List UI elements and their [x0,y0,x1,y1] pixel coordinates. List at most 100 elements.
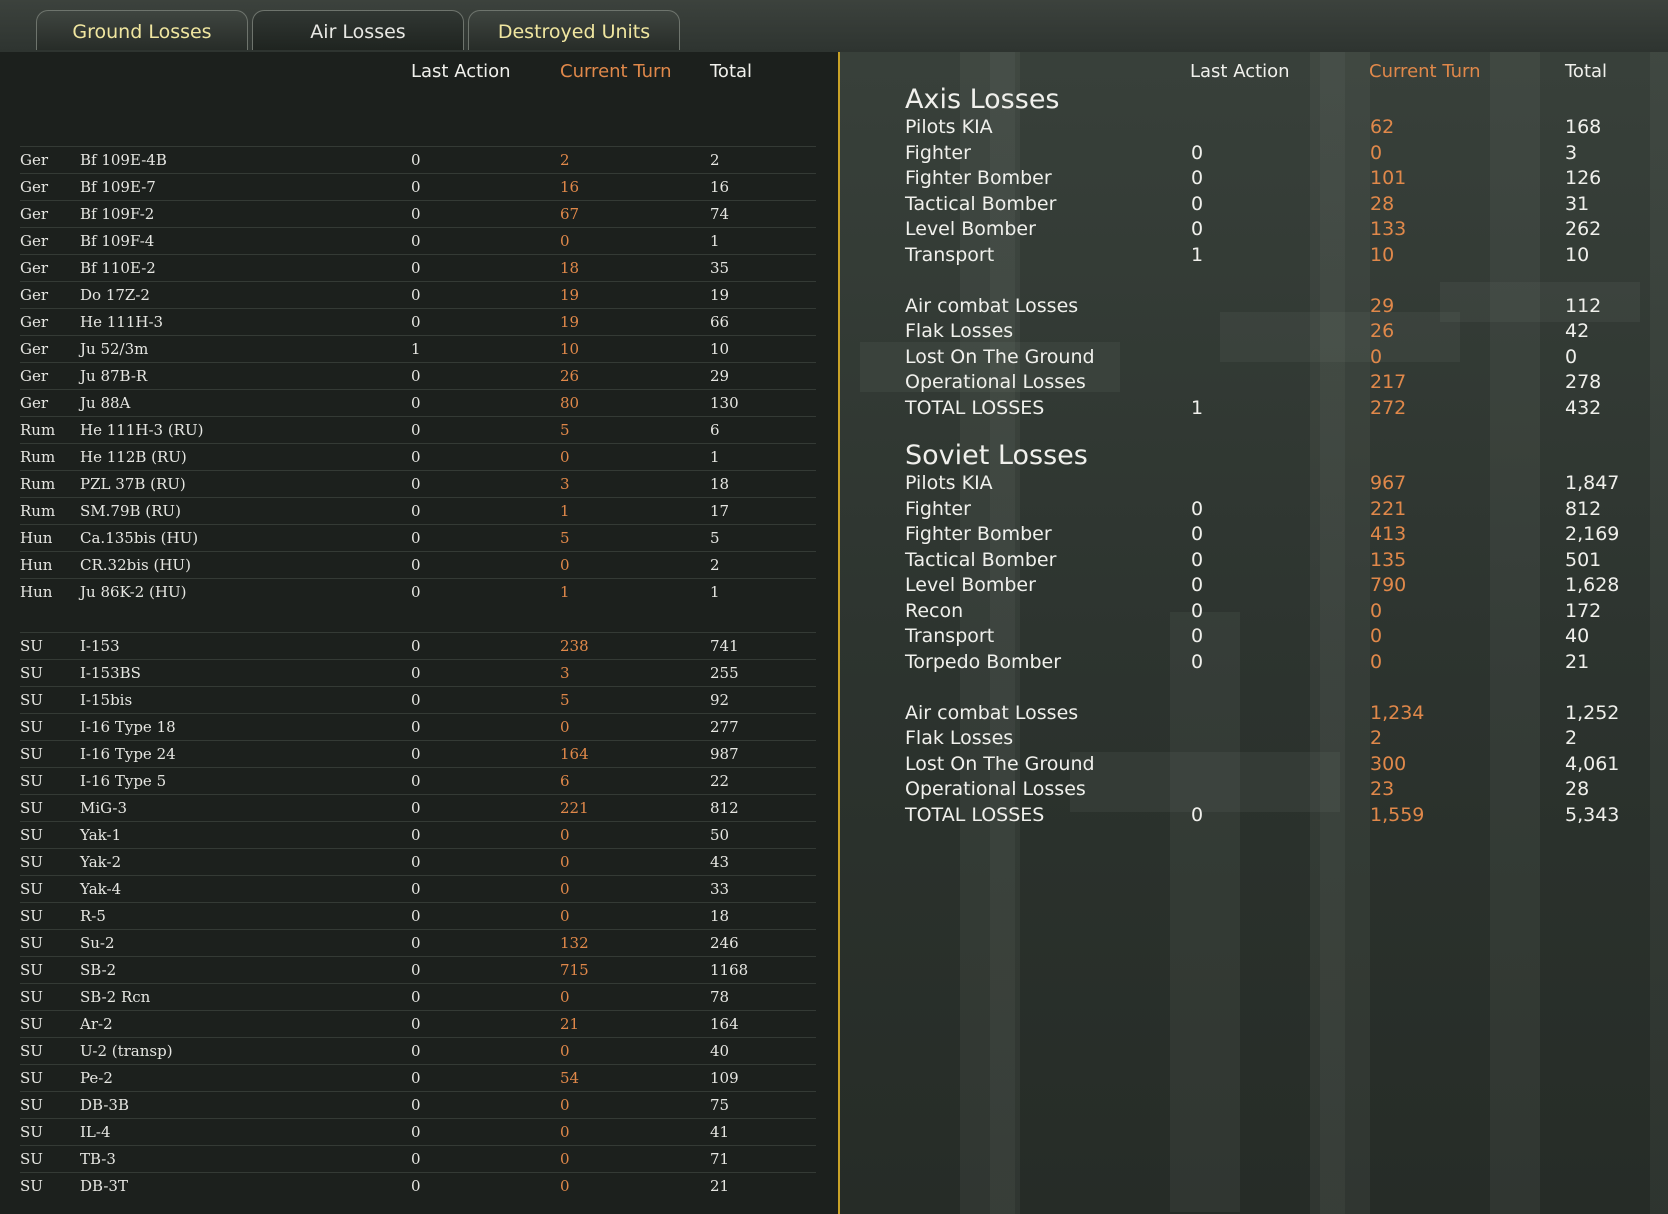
total-cell: 66 [710,313,730,331]
table-row: SU Ar-2 0 21 164 [20,1010,816,1037]
total-cell: 277 [710,718,739,736]
nationality-cell: SU [20,961,43,979]
current-turn-cell: 132 [560,934,589,952]
table-row: SU R-5 0 0 18 [20,902,816,929]
current-turn-cell: 0 [560,556,570,574]
table-row: SU Yak-4 0 0 33 [20,875,816,902]
table-row: Ger Bf 109F-4 0 0 1 [20,227,816,254]
table-row: Hun CR.32bis (HU) 0 0 2 [20,551,816,578]
total-cell: 50 [710,826,730,844]
current-turn-cell: 0 [560,1096,570,1114]
row-label: Lost On The Ground [905,752,1095,775]
row-label: TOTAL LOSSES [905,396,1045,419]
current-turn-cell: 67 [560,205,580,223]
aircraft-name-cell: Yak-4 [80,880,122,898]
nationality-cell: SU [20,772,43,790]
row-label: Transport [905,243,995,266]
current-turn-cell: 0 [560,880,570,898]
total-cell: 812 [1565,497,1602,520]
nationality-cell: SU [20,745,43,763]
total-cell: 31 [1565,192,1590,215]
table-row: SU TB-3 0 0 71 [20,1145,816,1172]
table-row: SU Pe-2 0 54 109 [20,1064,816,1091]
table-row: SU I-16 Type 24 0 164 987 [20,740,816,767]
nationality-cell: Hun [20,556,53,574]
table-row: SU DB-3T 0 0 21 [20,1172,816,1199]
last-action-cell: 0 [411,475,421,493]
current-turn-cell: 0 [1370,650,1383,673]
summary-row: Transport 1 10 10 [905,244,1625,271]
summary-row: Air combat Losses 29 112 [905,295,1625,322]
soviet-losses-title: Soviet Losses [905,440,1088,471]
table-row: Ger Ju 87B-R 0 26 29 [20,362,816,389]
header-current-turn: Current Turn [1369,61,1481,82]
total-cell: 10 [1565,243,1590,266]
last-action-cell: 0 [411,934,421,952]
current-turn-cell: 1,559 [1370,803,1425,826]
aircraft-name-cell: TB-3 [80,1150,116,1168]
current-turn-cell: 0 [1370,141,1383,164]
last-action-cell: 0 [411,394,421,412]
last-action-cell: 0 [411,583,421,601]
aircraft-name-cell: Bf 109F-2 [80,205,155,223]
row-label: Pilots KIA [905,116,993,138]
current-turn-cell: 967 [1370,472,1407,494]
total-cell: 1 [710,448,720,466]
current-turn-cell: 0 [560,853,570,871]
total-cell: 43 [710,853,730,871]
aircraft-name-cell: DB-3B [80,1096,129,1114]
current-turn-cell: 10 [560,340,580,358]
total-cell: 2 [1565,727,1578,749]
total-cell: 164 [710,1015,739,1033]
current-turn-cell: 0 [560,232,570,250]
current-turn-cell: 0 [560,448,570,466]
summary-row: TOTAL LOSSES 1 272 432 [905,397,1625,424]
summary-row: Fighter 0 0 3 [905,142,1625,169]
total-cell: 432 [1565,396,1602,419]
row-label: Torpedo Bomber [905,650,1062,673]
total-cell: 4,061 [1565,752,1620,775]
current-turn-cell: 0 [560,1042,570,1060]
current-turn-cell: 101 [1370,167,1407,189]
last-action-cell: 0 [411,961,421,979]
summary-row: Level Bomber 0 133 262 [905,218,1625,245]
aircraft-name-cell: SB-2 Rcn [80,988,151,1006]
nationality-cell: Ger [20,259,49,277]
last-action-cell: 0 [411,232,421,250]
current-turn-cell: 238 [560,637,589,655]
aircraft-rows: Ger Bf 109E-4B 0 2 2 Ger Bf 109E-7 0 16 16 Ger Bf 1… [20,146,816,1199]
last-action-cell: 0 [1191,625,1204,647]
nationality-cell: Ger [20,340,49,358]
row-label: Operational Losses [905,778,1086,800]
total-cell: 28 [1565,778,1590,800]
total-cell: 75 [710,1096,730,1114]
last-action-cell: 0 [411,448,421,466]
nationality-cell: SU [20,691,43,709]
current-turn-cell: 0 [560,1150,570,1168]
table-row: Rum SM.79B (RU) 0 1 17 [20,497,816,524]
last-action-cell: 0 [411,1123,421,1141]
tab-air-losses[interactable]: Air Losses [252,10,464,50]
total-cell: 5 [710,529,720,547]
table-row: SU I-153 0 238 741 [20,632,816,659]
last-action-cell: 0 [411,691,421,709]
row-label: Fighter Bomber [905,167,1052,189]
aircraft-name-cell: Ju 86K-2 (HU) [80,583,187,601]
current-turn-cell: 10 [1370,243,1395,266]
summary-row: Fighter Bomber 0 413 2,169 [905,523,1625,550]
total-cell: 2 [710,151,720,169]
last-action-cell: 0 [1191,599,1204,622]
current-turn-cell: 5 [560,691,570,709]
summary-row: Recon 0 0 172 [905,600,1625,627]
nationality-cell: Ger [20,367,49,385]
summary-row: Operational Losses 23 28 [905,778,1625,805]
tab-ground-losses[interactable]: Ground Losses [36,10,248,50]
nationality-cell: SU [20,1042,43,1060]
tab-destroyed-units[interactable]: Destroyed Units [468,10,680,50]
nationality-cell: SU [20,907,43,925]
total-cell: 130 [710,394,739,412]
row-label: Lost On The Ground [905,345,1095,368]
aircraft-name-cell: Ju 52/3m [80,340,149,358]
row-label: Operational Losses [905,371,1086,393]
nationality-cell: Rum [20,421,56,439]
